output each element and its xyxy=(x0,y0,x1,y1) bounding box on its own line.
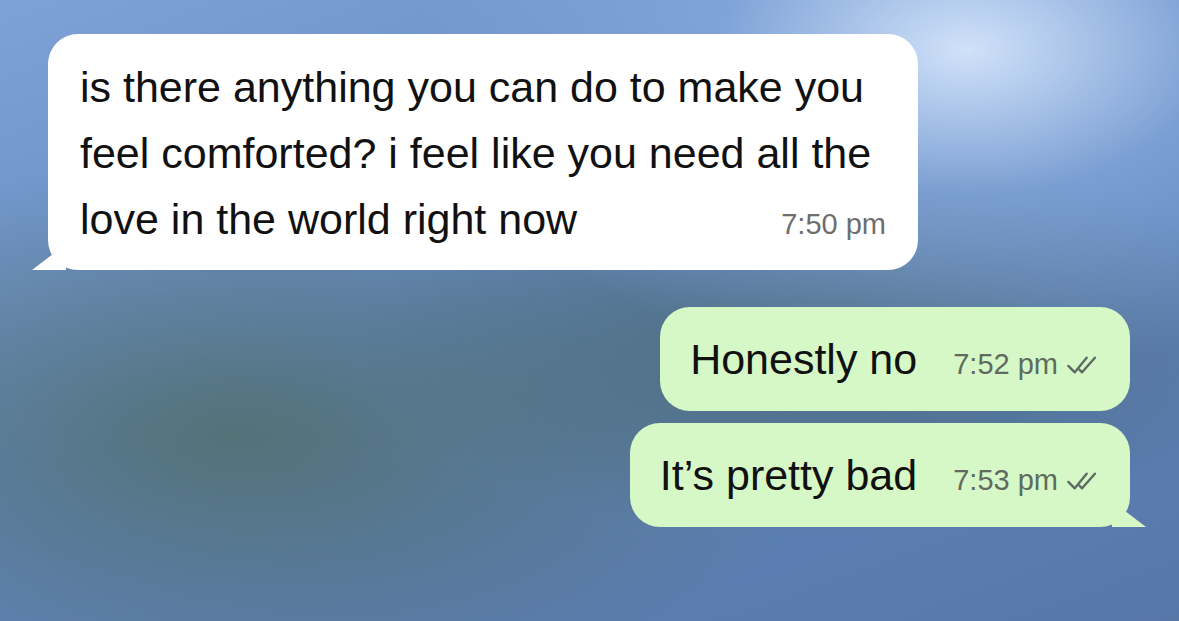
message-list: is there anything you can do to make you… xyxy=(0,0,1179,621)
message-text: is there anything you can do to make you… xyxy=(80,54,886,252)
double-tick-icon xyxy=(1066,354,1100,376)
chat-screen: is there anything you can do to make you… xyxy=(0,0,1179,621)
incoming-message[interactable]: is there anything you can do to make you… xyxy=(48,34,918,270)
outgoing-message[interactable]: Honestly no 7:52 pm xyxy=(660,307,1130,411)
double-tick-icon xyxy=(1066,470,1100,492)
message-text: It’s pretty bad xyxy=(660,445,917,505)
outgoing-message[interactable]: It’s pretty bad 7:53 pm xyxy=(630,423,1130,527)
message-time: 7:50 pm xyxy=(781,204,886,244)
message-text: Honestly no xyxy=(690,329,917,389)
message-meta: 7:52 pm xyxy=(953,348,1100,381)
message-time: 7:53 pm xyxy=(953,464,1058,497)
message-time: 7:52 pm xyxy=(953,348,1058,381)
message-meta: 7:53 pm xyxy=(953,464,1100,497)
